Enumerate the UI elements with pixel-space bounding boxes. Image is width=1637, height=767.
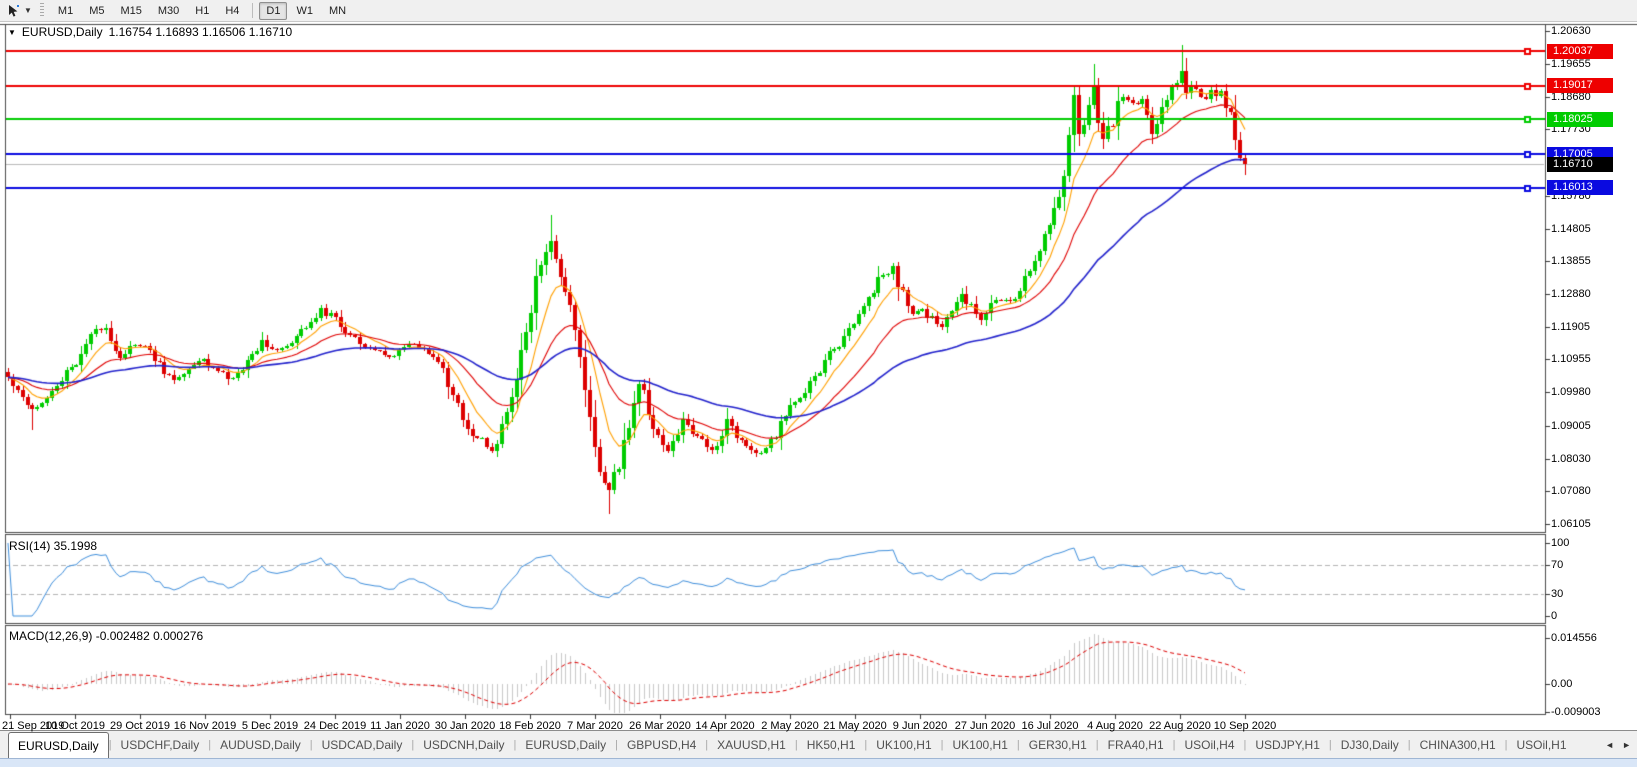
chart-tab-usoil-h4[interactable]: USOil,H4 [1176,731,1244,758]
status-strip [0,758,1637,767]
chart-tab-ger30-h1[interactable]: GER30,H1 [1020,731,1096,758]
chart-tab-eurusd-daily[interactable]: EURUSD,Daily [8,732,109,758]
timeframe-buttons: M1 M5 M15 M30 H1 H4 D1 W1 MN [50,1,354,20]
chart-tab-gbpusd-h4[interactable]: GBPUSD,H4 [618,731,705,758]
timeframe-button-d1[interactable]: D1 [259,1,288,20]
timeframe-button-m30[interactable]: M30 [151,2,186,20]
chart-tab-xauusd-h1[interactable]: XAUUSD,H1 [708,731,795,758]
chart-window: ▼ EURUSD,Daily 1.16754 1.16893 1.16506 1… [0,22,1637,732]
chart-tab-usoil-h1[interactable]: USOil,H1 [1508,731,1576,758]
chart-tab-eurusd-daily[interactable]: EURUSD,Daily [516,731,615,758]
timeframe-toolbar: ▼ M1 M5 M15 M30 H1 H4 D1 W1 MN [0,0,1637,22]
timeframe-button-m5[interactable]: M5 [82,2,111,20]
timeframe-button-w1[interactable]: W1 [289,2,320,20]
chart-tab-bar: EURUSD,Daily | USDCHF,Daily | AUDUSD,Daily | U… [0,730,1637,758]
chart-tab-usdcad-daily[interactable]: USDCAD,Daily [313,731,412,758]
tab-scroll-left-icon[interactable]: ◄ [1605,740,1614,750]
chart-tab-usdcnh-daily[interactable]: USDCNH,Daily [414,731,513,758]
toolbar-separator [252,3,254,18]
price-chart-canvas[interactable] [0,22,1637,730]
timeframe-button-h4[interactable]: H4 [218,2,246,20]
chart-tab-hk50-h1[interactable]: HK50,H1 [798,731,865,758]
tab-list: EURUSD,Daily | USDCHF,Daily | AUDUSD,Daily | U… [0,731,1576,758]
chart-tab-fra40-h1[interactable]: FRA40,H1 [1099,731,1173,758]
tool-dropdown-caret-icon[interactable]: ▼ [24,6,32,15]
chart-tab-usdjpy-h1[interactable]: USDJPY,H1 [1246,731,1328,758]
chart-tab-china300-h1[interactable]: CHINA300,H1 [1411,731,1505,758]
tab-scroll-arrows: ◄ ► [1599,731,1637,758]
tab-scroll-right-icon[interactable]: ► [1622,740,1631,750]
timeframe-button-m15[interactable]: M15 [113,2,148,20]
chart-tab-uk100-h1[interactable]: UK100,H1 [867,731,940,758]
timeframe-button-mn[interactable]: MN [322,2,353,20]
chart-tab-uk100-h1[interactable]: UK100,H1 [944,731,1017,758]
chart-tab-usdchf-daily[interactable]: USDCHF,Daily [112,731,209,758]
chart-tab-dj30-daily[interactable]: DJ30,Daily [1332,731,1408,758]
toolbar-grip-handle[interactable] [39,3,44,18]
trading-terminal-window: ▼ M1 M5 M15 M30 H1 H4 D1 W1 MN ▼ EURUSD,Daily 1.… [0,0,1637,767]
chart-tab-audusd-daily[interactable]: AUDUSD,Daily [211,731,310,758]
timeframe-button-h1[interactable]: H1 [188,2,216,20]
timeframe-button-m1[interactable]: M1 [51,2,80,20]
cursor-tool-icon[interactable] [4,3,24,19]
